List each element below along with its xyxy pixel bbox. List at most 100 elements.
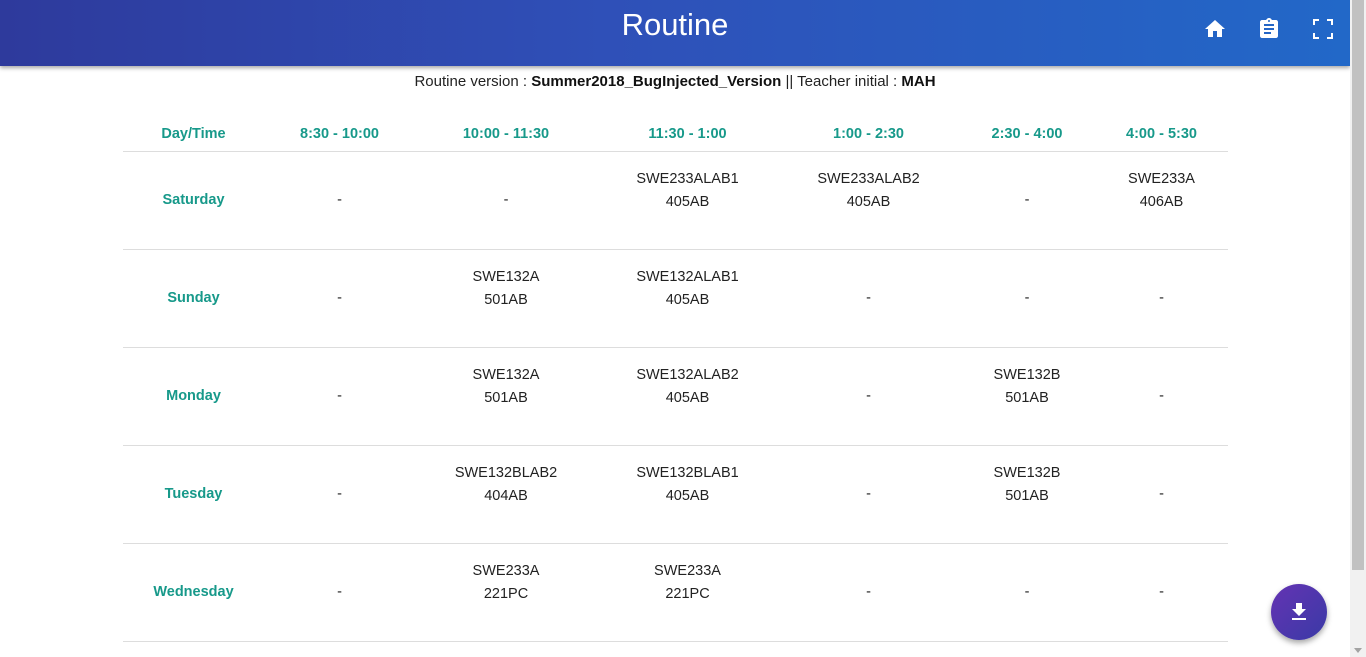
room-code: 405AB xyxy=(665,291,710,308)
column-header: Day/Time xyxy=(123,116,264,152)
course-code: - xyxy=(866,290,871,307)
column-header: 1:00 - 2:30 xyxy=(778,116,959,152)
room-code: 406AB xyxy=(1139,193,1184,210)
course-code: SWE132BLAB2 xyxy=(454,465,558,481)
room-code: 405AB xyxy=(665,193,710,210)
day-cell: Monday xyxy=(123,347,264,446)
routine-table-body: Saturday - - SWE233ALAB1 405AB SWE233ALAB… xyxy=(123,151,1228,642)
room-code: 501AB xyxy=(1005,487,1049,504)
slot-cell: - xyxy=(1095,445,1228,544)
course-code: - xyxy=(337,192,342,209)
column-header: 11:30 - 1:00 xyxy=(597,116,778,152)
column-header: 4:00 - 5:30 xyxy=(1095,116,1228,152)
room-code: 501AB xyxy=(1005,389,1049,406)
room-code: 221PC xyxy=(483,585,529,602)
course-code: - xyxy=(1159,388,1164,405)
routine-page: Routine Routine version : Summer2018_Bug… xyxy=(0,0,1366,657)
slot-cell: SWE132B 501AB xyxy=(959,347,1095,446)
slot-cell: SWE132ALAB2 405AB xyxy=(597,347,778,446)
course-code: - xyxy=(1024,290,1030,307)
download-icon xyxy=(1292,603,1306,620)
slot-cell: - xyxy=(778,543,959,642)
course-code: SWE132B xyxy=(993,465,1061,481)
slot-cell: SWE233A 406AB xyxy=(1095,151,1228,250)
table-row: Sunday - SWE132A 501AB SWE132ALAB1 405AB -… xyxy=(123,249,1228,348)
course-code: - xyxy=(1159,584,1164,601)
table-header-row: Day/Time 8:30 - 10:00 10:00 - 11:30 11:3… xyxy=(123,116,1228,152)
slot-cell: SWE132BLAB1 405AB xyxy=(597,445,778,544)
slot-cell: - xyxy=(264,347,415,446)
vertical-scrollbar[interactable] xyxy=(1350,0,1366,657)
teacher-value: MAH xyxy=(901,73,936,90)
teacher-label: Teacher initial : xyxy=(797,73,902,90)
download-button[interactable] xyxy=(1271,584,1327,640)
slot-cell: SWE132BLAB2 404AB xyxy=(415,445,597,544)
slot-cell: SWE233A 221PC xyxy=(415,543,597,642)
course-code: - xyxy=(337,388,342,405)
scrollbar-thumb[interactable] xyxy=(1352,0,1364,570)
room-code: 501AB xyxy=(484,389,528,406)
slot-cell: - xyxy=(959,249,1095,348)
fullscreen-icon[interactable] xyxy=(1311,17,1335,41)
day-cell: Saturday xyxy=(123,151,264,250)
course-code: - xyxy=(503,192,509,209)
course-code: SWE132ALAB1 xyxy=(636,269,739,285)
info-separator: || xyxy=(781,73,798,90)
slot-cell: - xyxy=(959,543,1095,642)
day-cell: Wednesday xyxy=(123,543,264,642)
slot-cell: SWE233ALAB2 405AB xyxy=(778,151,959,250)
course-code: SWE132BLAB1 xyxy=(636,465,739,481)
slot-cell: - xyxy=(264,151,415,250)
day-cell: Tuesday xyxy=(123,445,264,544)
header-actions xyxy=(1203,17,1350,41)
course-code: - xyxy=(337,290,342,307)
course-code: SWE233A xyxy=(1128,171,1195,187)
course-code: - xyxy=(337,584,342,601)
course-code: SWE132A xyxy=(472,367,540,383)
slot-cell: - xyxy=(264,249,415,348)
home-icon[interactable] xyxy=(1203,17,1227,41)
table-row: Wednesday - SWE233A 221PC SWE233A 221PC - … xyxy=(123,543,1228,642)
version-label: Routine version : xyxy=(414,73,532,90)
course-code: SWE132ALAB2 xyxy=(636,367,739,383)
course-code: - xyxy=(337,486,342,503)
slot-cell: - xyxy=(959,151,1095,250)
clipboard-icon[interactable] xyxy=(1257,17,1281,41)
room-code: 405AB xyxy=(665,389,710,406)
slot-cell: SWE132ALAB1 405AB xyxy=(597,249,778,348)
slot-cell: - xyxy=(778,347,959,446)
course-code: - xyxy=(1159,486,1164,503)
course-code: - xyxy=(866,486,871,503)
table-row: Tuesday - SWE132BLAB2 404AB SWE132BLAB1 40… xyxy=(123,445,1228,544)
version-value: Summer2018_BugInjected_Version xyxy=(531,73,782,90)
slot-cell: SWE132A 501AB xyxy=(415,347,597,446)
course-code: SWE132A xyxy=(472,269,540,285)
column-header: 8:30 - 10:00 xyxy=(264,116,415,152)
room-code: 405AB xyxy=(665,487,710,504)
column-header: 10:00 - 11:30 xyxy=(415,116,597,152)
course-code: - xyxy=(1024,584,1030,601)
course-code: SWE233ALAB2 xyxy=(817,171,920,187)
course-code: - xyxy=(866,584,871,601)
room-code: 404AB xyxy=(484,487,528,504)
routine-info: Routine version : Summer2018_BugInjected… xyxy=(0,73,1350,91)
column-header: 2:30 - 4:00 xyxy=(959,116,1095,152)
course-code: - xyxy=(866,388,871,405)
slot-cell: - xyxy=(1095,543,1228,642)
slot-cell: SWE132A 501AB xyxy=(415,249,597,348)
course-code: SWE132B xyxy=(993,367,1061,383)
course-code: SWE233ALAB1 xyxy=(636,171,739,187)
slot-cell: SWE132B 501AB xyxy=(959,445,1095,544)
course-code: - xyxy=(1159,290,1164,307)
routine-table: Day/Time 8:30 - 10:00 10:00 - 11:30 11:3… xyxy=(123,116,1228,642)
slot-cell: - xyxy=(1095,347,1228,446)
scroll-down-arrow[interactable] xyxy=(1354,648,1362,653)
course-code: - xyxy=(1024,192,1030,209)
slot-cell: - xyxy=(778,445,959,544)
slot-cell: - xyxy=(264,543,415,642)
room-code: 221PC xyxy=(665,585,710,602)
table-row: Saturday - - SWE233ALAB1 405AB SWE233ALAB… xyxy=(123,151,1228,250)
course-code: SWE233A xyxy=(472,563,540,579)
app-header: Routine xyxy=(0,0,1350,66)
slot-cell: - xyxy=(778,249,959,348)
